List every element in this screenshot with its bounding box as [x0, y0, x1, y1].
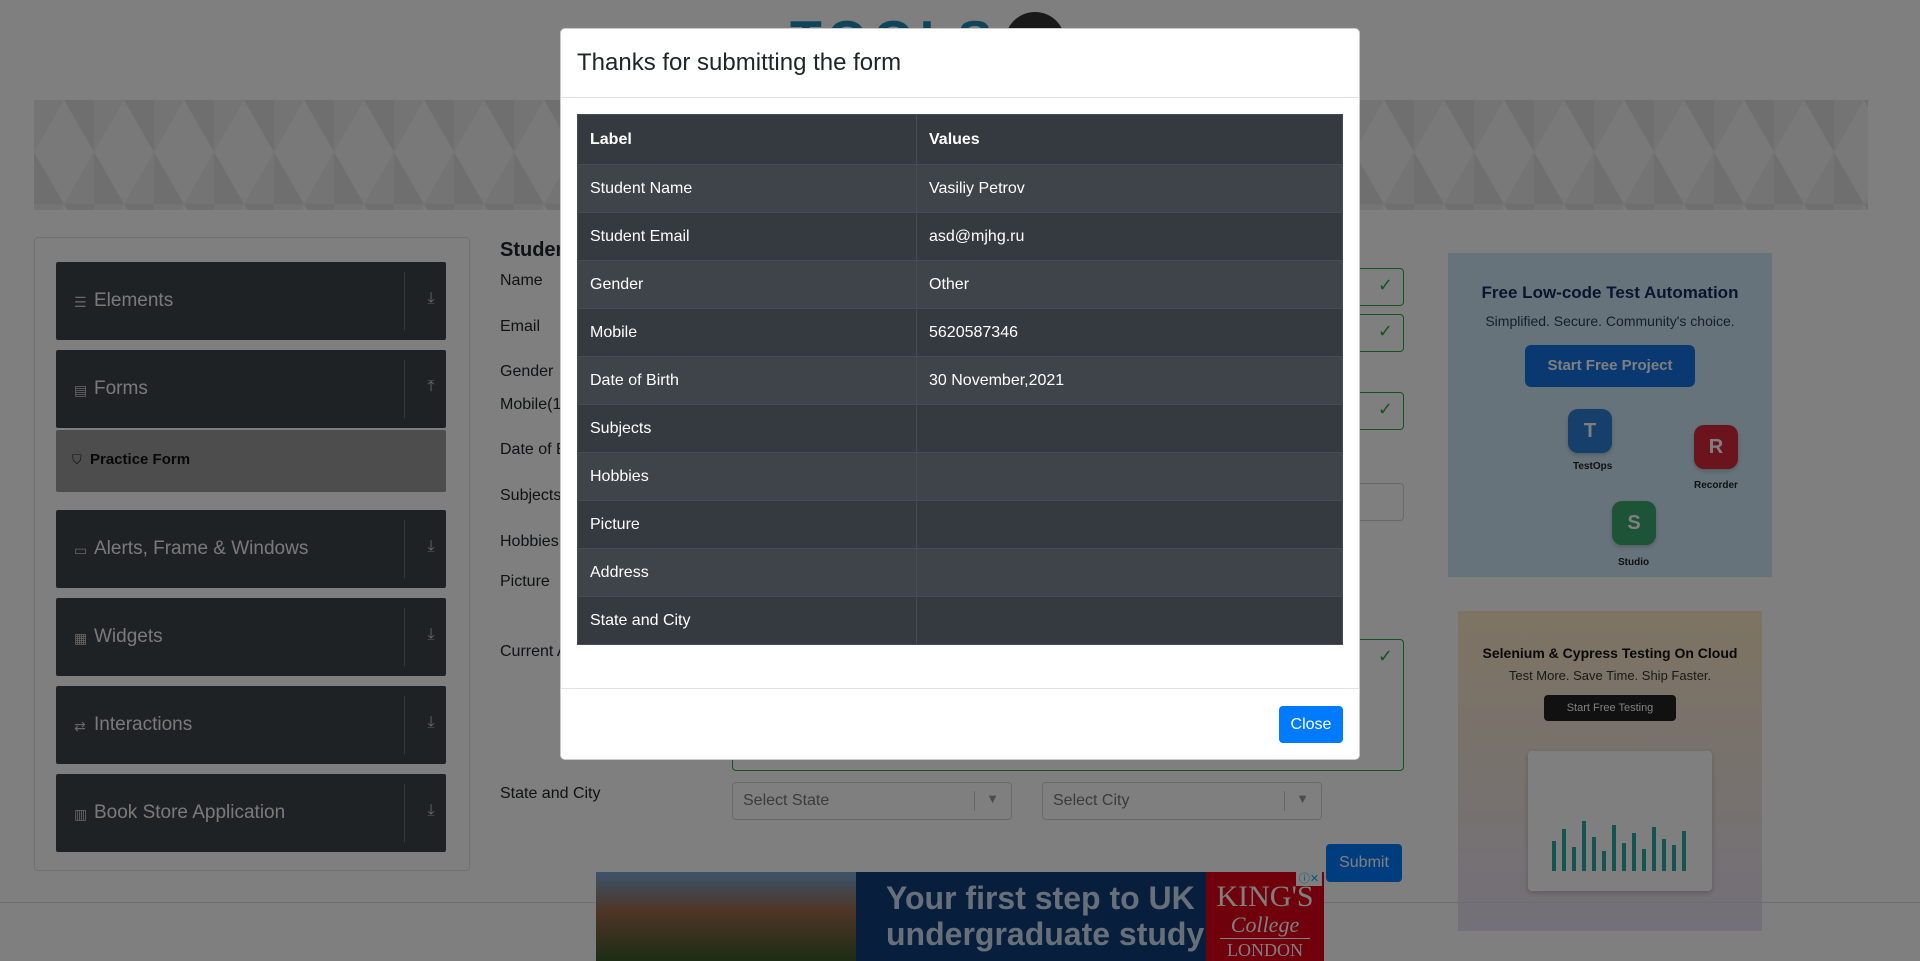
table-row: Student Email asd@mjhg.ru: [577, 212, 1343, 261]
row-label: Hobbies: [577, 452, 917, 501]
modal-footer: Close: [561, 688, 1359, 760]
row-value: [916, 596, 1343, 645]
row-label: Subjects: [577, 404, 917, 453]
row-label: Date of Birth: [577, 356, 917, 405]
row-label: Gender: [577, 260, 917, 309]
row-value: [916, 500, 1343, 549]
table-row: Picture: [577, 500, 1343, 549]
row-value: 30 November,2021: [916, 356, 1343, 405]
row-label: Address: [577, 548, 917, 597]
table-row: Date of Birth 30 November,2021: [577, 356, 1343, 405]
row-value: 5620587346: [916, 308, 1343, 357]
row-value: [916, 452, 1343, 501]
table-row: Student Name Vasiliy Petrov: [577, 164, 1343, 213]
modal-title: Thanks for submitting the form: [577, 49, 902, 76]
row-label: State and City: [577, 596, 917, 645]
table-header-row: Label Values: [577, 114, 1343, 165]
column-header-label: Label: [577, 114, 917, 165]
row-value: Vasiliy Petrov: [916, 164, 1343, 213]
table-row: Hobbies: [577, 452, 1343, 501]
table-row: Mobile 5620587346: [577, 308, 1343, 357]
row-value: [916, 404, 1343, 453]
row-value: Other: [916, 260, 1343, 309]
row-label: Mobile: [577, 308, 917, 357]
table-row: Gender Other: [577, 260, 1343, 309]
close-button[interactable]: Close: [1279, 706, 1343, 743]
submission-table-wrapper: Label Values Student Name Vasiliy Petrov…: [577, 114, 1343, 645]
row-label: Student Email: [577, 212, 917, 261]
submission-table: Label Values Student Name Vasiliy Petrov…: [577, 114, 1343, 645]
row-label: Student Name: [577, 164, 917, 213]
row-value: [916, 548, 1343, 597]
table-row: Subjects: [577, 404, 1343, 453]
modal-header: Thanks for submitting the form: [561, 29, 1359, 98]
submission-modal: Thanks for submitting the form Label Val…: [560, 28, 1360, 760]
table-row: Address: [577, 548, 1343, 597]
column-header-values: Values: [916, 114, 1343, 165]
row-value: asd@mjhg.ru: [916, 212, 1343, 261]
table-row: State and City: [577, 596, 1343, 645]
row-label: Picture: [577, 500, 917, 549]
